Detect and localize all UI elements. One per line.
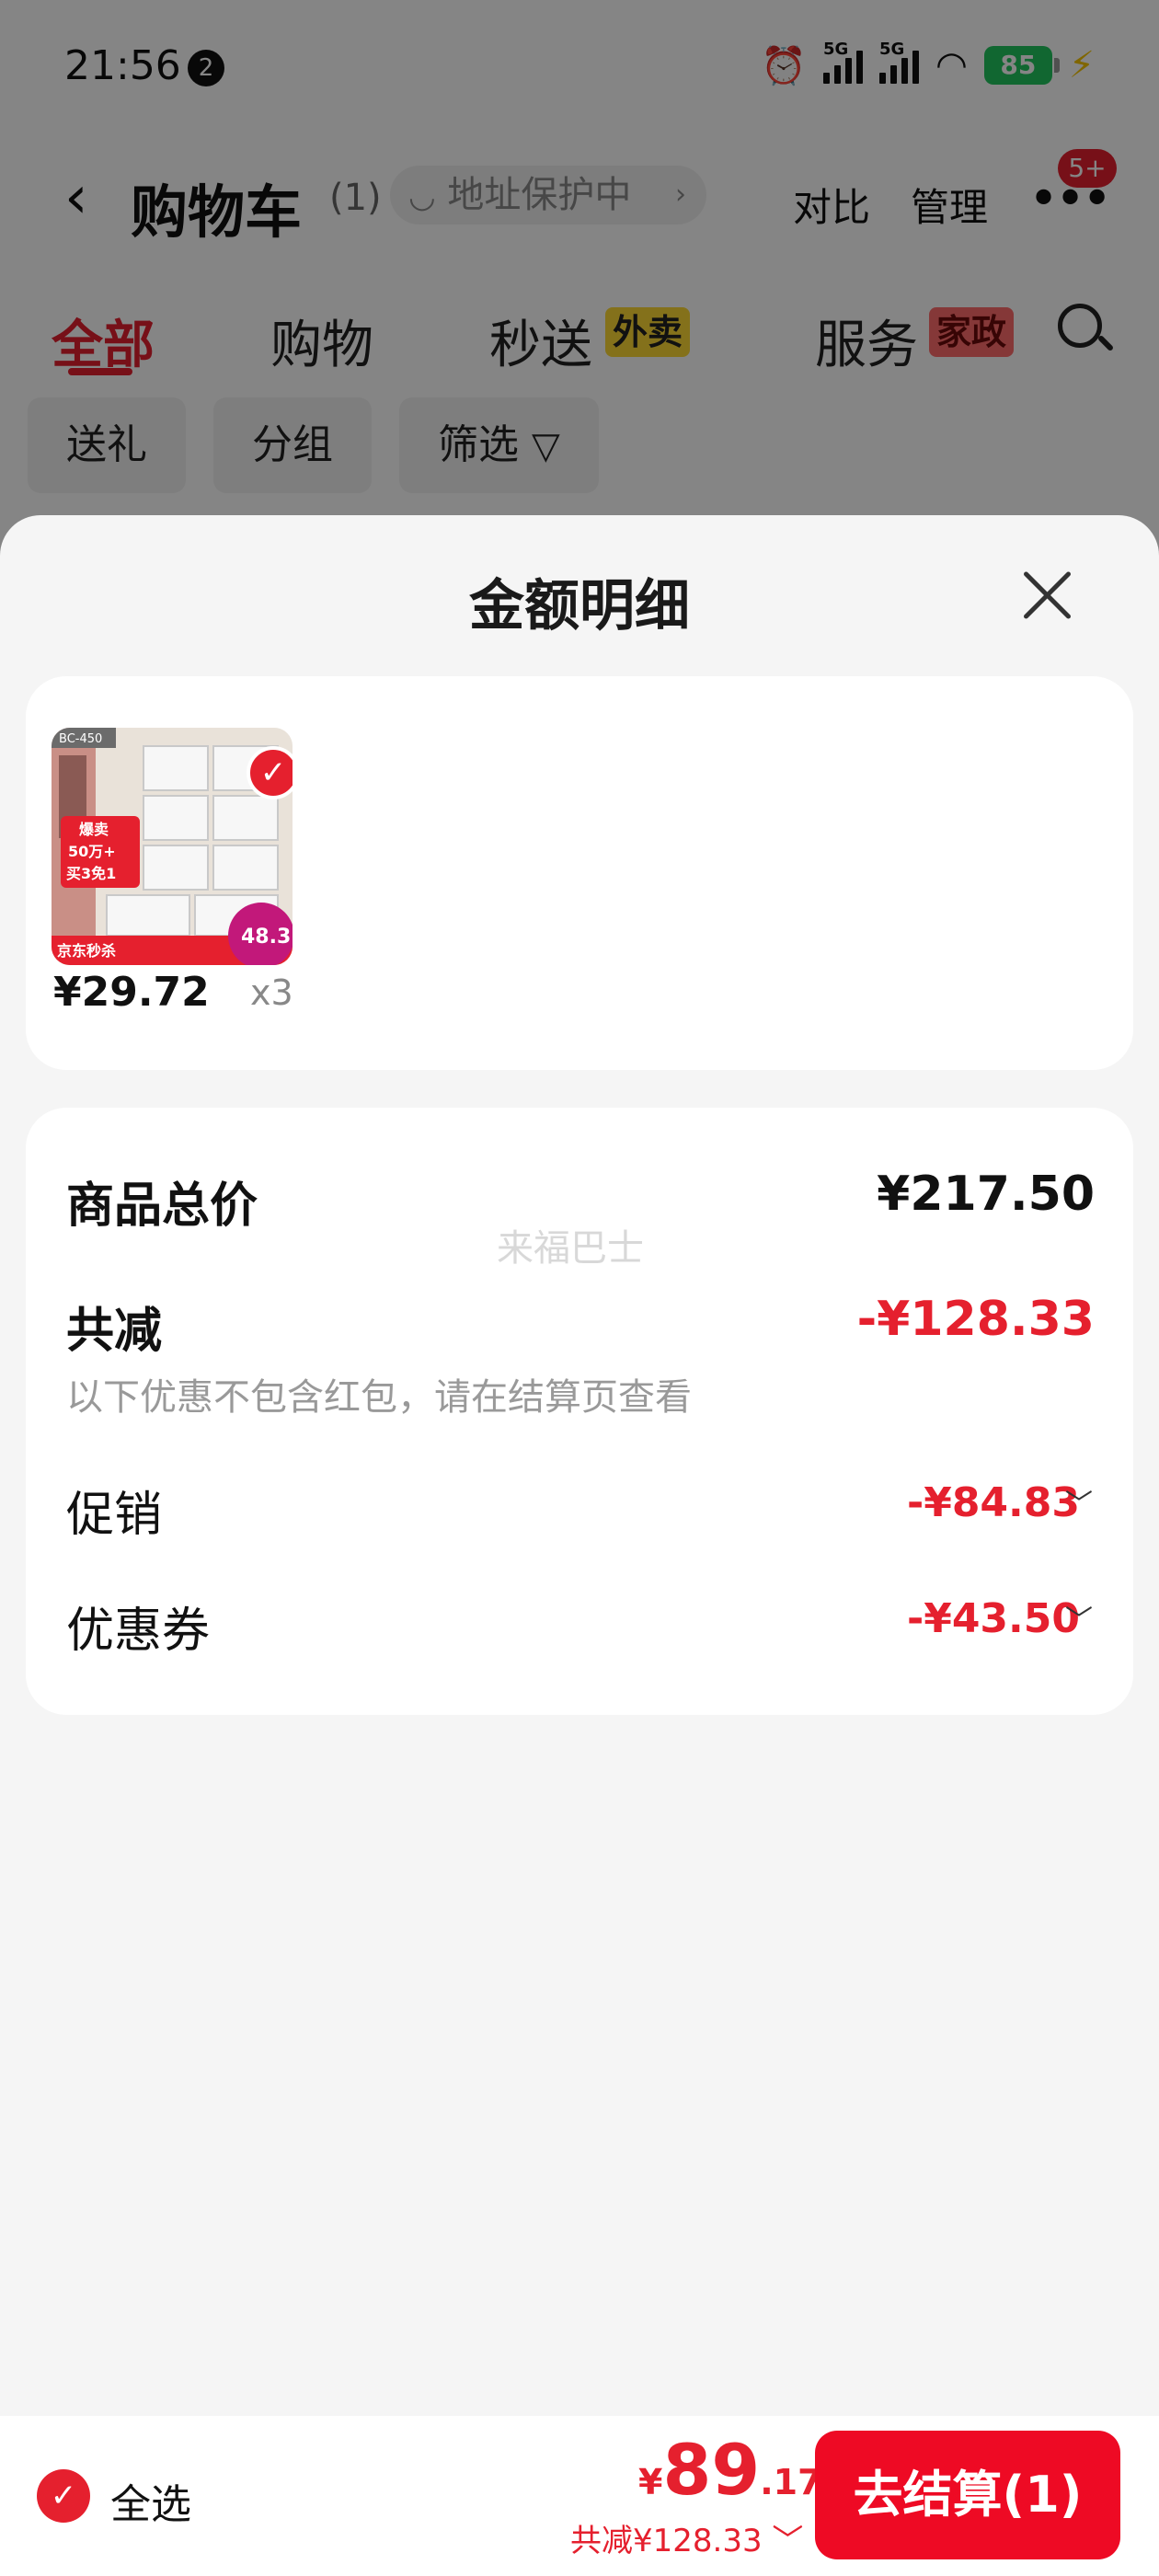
- svg-text:爆卖: 爆卖: [79, 821, 109, 838]
- amount-detail-sheet: 金额明细 BC-450 爆卖 50万+ 买3免1 京东秒杀 48.3 ✓ ¥29…: [0, 515, 1159, 2576]
- image-brand-text: 京东秒杀: [57, 942, 116, 960]
- sheet-title: 金额明细: [469, 574, 690, 638]
- total-discount-label: 共减: [66, 1304, 163, 1359]
- discount-summary-text: 共减¥128.33: [570, 2523, 763, 2559]
- product-quantity: x3: [250, 972, 293, 1013]
- price-summary-card: 商品总价 ¥217.50 来福巴士 共减 -¥128.33 以下优惠不包含红包，…: [26, 1108, 1133, 1715]
- product-unit-price: ¥29.72: [53, 969, 210, 1016]
- coupon-label: 优惠券: [66, 1604, 211, 1659]
- select-all-check-icon[interactable]: ✓: [37, 2469, 90, 2523]
- chevron-down-icon[interactable]: ﹀: [1065, 1481, 1093, 1522]
- select-all-label[interactable]: 全选: [110, 2471, 191, 2530]
- image-badge-text: 48.3: [241, 926, 291, 949]
- image-model-text: BC-450: [59, 732, 102, 746]
- goods-total-label: 商品总价: [66, 1179, 258, 1234]
- chevron-down-icon: ﹀: [772, 2523, 804, 2559]
- total-price: ¥89.17: [638, 2429, 822, 2511]
- checkout-button[interactable]: 去结算(1): [815, 2431, 1120, 2559]
- promotion-label: 促销: [66, 1488, 163, 1543]
- product-card: BC-450 爆卖 50万+ 买3免1 京东秒杀 48.3 ✓ ¥29.72 x…: [26, 676, 1133, 1070]
- svg-text:买3免1: 买3免1: [66, 865, 116, 882]
- svg-text:50万+: 50万+: [68, 843, 116, 860]
- chevron-down-icon[interactable]: ﹀: [1065, 1597, 1093, 1638]
- total-integer: 89: [662, 2429, 761, 2511]
- discount-note: 以下优惠不包含红包，请在结算页查看: [66, 1376, 692, 1419]
- product-selected-check-icon[interactable]: ✓: [247, 746, 293, 799]
- coupon-value[interactable]: -¥43.50: [907, 1595, 1080, 1642]
- watermark-text: 来福巴士: [497, 1227, 644, 1270]
- total-currency: ¥: [638, 2462, 663, 2502]
- goods-total-value: ¥217.50: [877, 1167, 1095, 1222]
- discount-summary[interactable]: 共减¥128.33 ﹀: [570, 2515, 803, 2560]
- total-decimal: .17: [760, 2462, 822, 2502]
- promotion-value[interactable]: -¥84.83: [907, 1479, 1080, 1526]
- modal-overlay[interactable]: [0, 0, 1159, 570]
- product-thumbnail[interactable]: BC-450 爆卖 50万+ 买3免1 京东秒杀 48.3 ✓: [52, 728, 293, 965]
- close-icon[interactable]: [1021, 569, 1073, 620]
- total-discount-value: -¥128.33: [856, 1292, 1095, 1347]
- checkout-bar: ✓ 全选 ¥89.17 共减¥128.33 ﹀ 去结算(1): [0, 2416, 1159, 2576]
